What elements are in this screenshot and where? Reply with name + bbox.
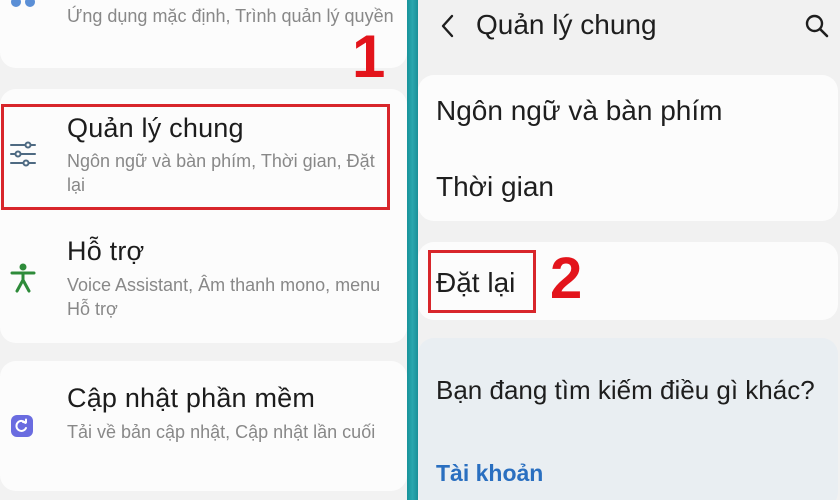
highlight-box-reset [428, 250, 536, 313]
suggestion-question: Bạn đang tìm kiếm điều gì khác? [436, 375, 815, 405]
software-update-subtitle: Tải về bản cập nhật, Cập nhật lần cuối [67, 422, 376, 442]
settings-card: Ngôn ngữ và bàn phím Thời gian [418, 75, 838, 221]
step-number-2: 2 [550, 246, 583, 311]
accessibility-title: Hỗ trợ [67, 236, 145, 266]
page-title: Quản lý chung [476, 9, 657, 40]
back-arrow-icon[interactable] [438, 13, 458, 39]
step-number-1: 1 [352, 23, 386, 90]
suggestion-card: Bạn đang tìm kiếm điều gì khác? Tài khoả… [418, 338, 838, 500]
update-icon [10, 414, 34, 438]
software-update-title: Cập nhật phần mềm [67, 383, 316, 413]
apps-dots-icon [10, 0, 36, 14]
time-item[interactable]: Thời gian [436, 171, 554, 203]
search-icon[interactable] [804, 13, 830, 39]
account-link[interactable]: Tài khoản [436, 460, 543, 487]
language-keyboard-item[interactable]: Ngôn ngữ và bàn phím [436, 95, 722, 127]
software-update-item[interactable]: Cập nhật phần mềm Tải về bản cập nhật, C… [0, 361, 407, 491]
settings-list-panel: Ứng dụng mặc định, Trình quản lý quyền Q… [0, 0, 407, 500]
accessibility-icon [9, 263, 37, 293]
general-management-screen: Quản lý chung Ngôn ngữ và bàn phím Thời … [418, 0, 840, 500]
panel-divider [407, 0, 418, 500]
accessibility-subtitle: Voice Assistant, Âm thanh mono, menu Hỗ … [67, 275, 381, 319]
apps-settings-card[interactable]: Ứng dụng mặc định, Trình quản lý quyền [0, 0, 407, 68]
highlight-box-general-management [1, 104, 390, 210]
apps-settings-subtitle: Ứng dụng mặc định, Trình quản lý quyền [67, 6, 394, 26]
software-update-card: Cập nhật phần mềm Tải về bản cập nhật, C… [0, 361, 407, 491]
accessibility-item[interactable]: Hỗ trợ Voice Assistant, Âm thanh mono, m… [0, 221, 407, 343]
app-bar: Quản lý chung [418, 0, 840, 58]
